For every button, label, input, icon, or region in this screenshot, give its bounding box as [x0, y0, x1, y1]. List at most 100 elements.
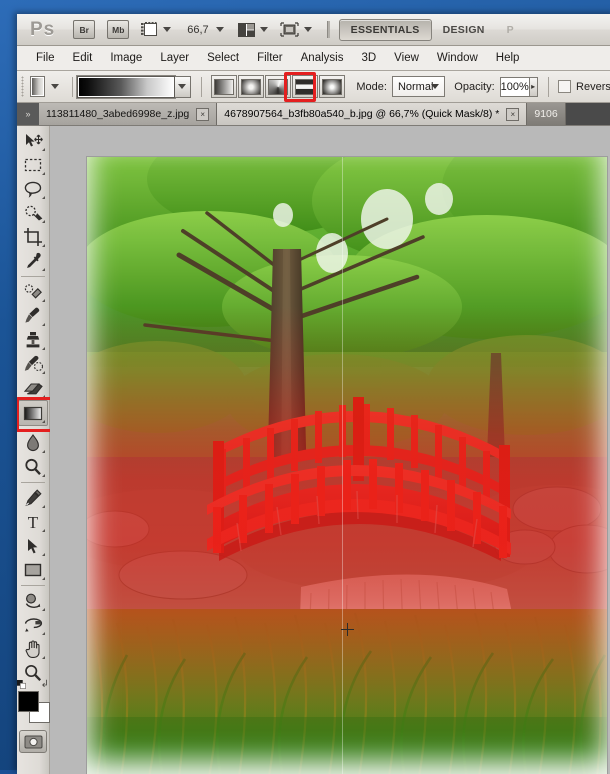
menu-select[interactable]: Select	[198, 49, 248, 67]
clone-stamp-flyout-triangle[interactable]	[42, 347, 45, 350]
3d-rotate-camera-icon	[24, 617, 43, 633]
clone-stamp-tool[interactable]	[19, 328, 47, 352]
document-tab-2-close-icon[interactable]: ×	[506, 108, 519, 121]
path-selection-tool[interactable]	[19, 534, 47, 558]
crop-flyout-triangle[interactable]	[42, 244, 45, 247]
horizontal-type-tool[interactable]: T	[19, 510, 47, 534]
eraser-flyout-triangle[interactable]	[42, 395, 45, 398]
options-bar-grip[interactable]	[21, 76, 24, 97]
lasso-tool[interactable]	[19, 177, 47, 201]
rectangle-flyout-triangle[interactable]	[42, 577, 45, 580]
workspace-tab-design[interactable]: DESIGN	[432, 20, 496, 40]
eyedropper-flyout-triangle[interactable]	[42, 268, 45, 271]
tool-preset-picker[interactable]	[30, 76, 45, 97]
menu-view[interactable]: View	[385, 49, 428, 67]
blur-tool[interactable]	[19, 431, 47, 455]
path-selection-flyout-triangle[interactable]	[42, 553, 45, 556]
default-colors-icon[interactable]	[17, 680, 26, 689]
move-tool-flyout-triangle[interactable]	[42, 148, 45, 151]
arrange-documents-button[interactable]	[238, 23, 268, 37]
pen-flyout-triangle[interactable]	[42, 505, 45, 508]
gradient-preset-dropdown[interactable]	[175, 76, 191, 98]
history-brush-flyout-triangle[interactable]	[42, 371, 45, 374]
menu-edit[interactable]: Edit	[64, 49, 102, 67]
3d-rotate-camera-tool[interactable]	[19, 613, 47, 637]
edit-in-quick-mask-mode-button[interactable]	[19, 730, 47, 753]
view-extras-button[interactable]	[141, 22, 171, 37]
quick-selection-flyout-triangle[interactable]	[42, 220, 45, 223]
zoom-level-chevron-down-icon[interactable]	[216, 27, 224, 32]
pen-tool[interactable]	[19, 486, 47, 510]
opacity-input[interactable]: 100%	[500, 77, 530, 97]
rectangle-tool-icon	[24, 563, 42, 578]
linear-gradient-button[interactable]	[211, 75, 237, 98]
toolbox: T	[17, 126, 50, 774]
radial-gradient-button[interactable]	[238, 75, 264, 98]
document-image[interactable]	[87, 157, 607, 774]
blur-tool-icon	[26, 434, 40, 452]
gradient-tool[interactable]	[18, 400, 48, 426]
launch-bridge-button[interactable]: Br	[73, 20, 95, 39]
dodge-tool[interactable]	[19, 455, 47, 479]
screen-mode-button[interactable]	[280, 22, 312, 37]
eyedropper-tool[interactable]	[19, 249, 47, 273]
blend-mode-select[interactable]: Normal	[392, 76, 445, 97]
brush-tool[interactable]	[19, 304, 47, 328]
document-tab-2[interactable]: 4678907564_b3fb80a540_b.jpg @ 66,7% (Qui…	[217, 103, 527, 125]
screen-mode-chevron-down-icon[interactable]	[304, 27, 312, 32]
document-canvas-area[interactable]	[50, 126, 610, 774]
blend-mode-chevron-down-icon	[431, 84, 439, 89]
rectangle-tool[interactable]	[19, 558, 47, 582]
arrange-documents-chevron-down-icon[interactable]	[260, 27, 268, 32]
menu-file[interactable]: File	[27, 49, 64, 67]
healing-flyout-triangle[interactable]	[42, 299, 45, 302]
workspace-tab-essentials[interactable]: ESSENTIALS	[339, 19, 432, 41]
document-tab-1[interactable]: 113811480_3abed6998e_z.jpg ×	[39, 103, 217, 125]
document-tab-1-close-icon[interactable]: ×	[196, 108, 209, 121]
view-extras-chevron-down-icon[interactable]	[163, 27, 171, 32]
menu-window[interactable]: Window	[428, 49, 487, 67]
menu-layer[interactable]: Layer	[151, 49, 198, 67]
gradient-preset-swatch[interactable]	[77, 76, 175, 98]
document-tab-3[interactable]: 9106	[527, 103, 565, 125]
opacity-slider-button[interactable]: ▸	[530, 77, 538, 97]
3d-object-flyout-triangle[interactable]	[42, 608, 45, 611]
3d-camera-flyout-triangle[interactable]	[42, 632, 45, 635]
rectangular-marquee-tool[interactable]	[19, 153, 47, 177]
marquee-flyout-triangle[interactable]	[42, 172, 45, 175]
menu-help[interactable]: Help	[487, 49, 529, 67]
angle-gradient-button[interactable]	[265, 75, 291, 98]
panel-expand-button[interactable]: »	[17, 103, 39, 125]
dodge-flyout-triangle[interactable]	[42, 474, 45, 477]
launch-mini-bridge-button[interactable]: Mb	[107, 20, 129, 39]
history-brush-tool[interactable]	[19, 352, 47, 376]
diamond-gradient-button[interactable]	[319, 75, 345, 98]
hand-flyout-triangle[interactable]	[42, 656, 45, 659]
tool-preset-chevron-down-icon[interactable]	[51, 84, 59, 89]
menu-analysis[interactable]: Analysis	[292, 49, 353, 67]
foreground-color-swatch[interactable]	[18, 691, 39, 712]
lasso-flyout-triangle[interactable]	[42, 196, 45, 199]
menu-filter[interactable]: Filter	[248, 49, 292, 67]
reverse-checkbox[interactable]	[558, 80, 571, 93]
menu-image[interactable]: Image	[101, 49, 151, 67]
gradient-flyout-triangle[interactable]	[42, 420, 45, 423]
gradient-tool-icon	[23, 406, 43, 421]
crop-tool[interactable]	[19, 225, 47, 249]
linear-gradient-icon	[214, 79, 234, 95]
move-tool[interactable]	[19, 129, 47, 153]
spot-healing-brush-tool[interactable]	[19, 280, 47, 304]
reflected-gradient-button[interactable]	[292, 75, 318, 98]
menu-3d[interactable]: 3D	[352, 49, 385, 67]
type-flyout-triangle[interactable]	[42, 529, 45, 532]
menu-bar: File Edit Image Layer Select Filter Anal…	[17, 46, 610, 71]
eraser-tool[interactable]	[19, 376, 47, 400]
swap-colors-icon[interactable]: ↲	[41, 679, 49, 690]
3d-object-rotate-tool[interactable]	[19, 589, 47, 613]
hand-tool[interactable]	[19, 637, 47, 661]
color-swatches: ↲	[18, 691, 48, 721]
blur-flyout-triangle[interactable]	[42, 450, 45, 453]
workspace-tab-painting[interactable]: P	[496, 20, 525, 40]
brush-flyout-triangle[interactable]	[42, 323, 45, 326]
quick-selection-tool[interactable]	[19, 201, 47, 225]
